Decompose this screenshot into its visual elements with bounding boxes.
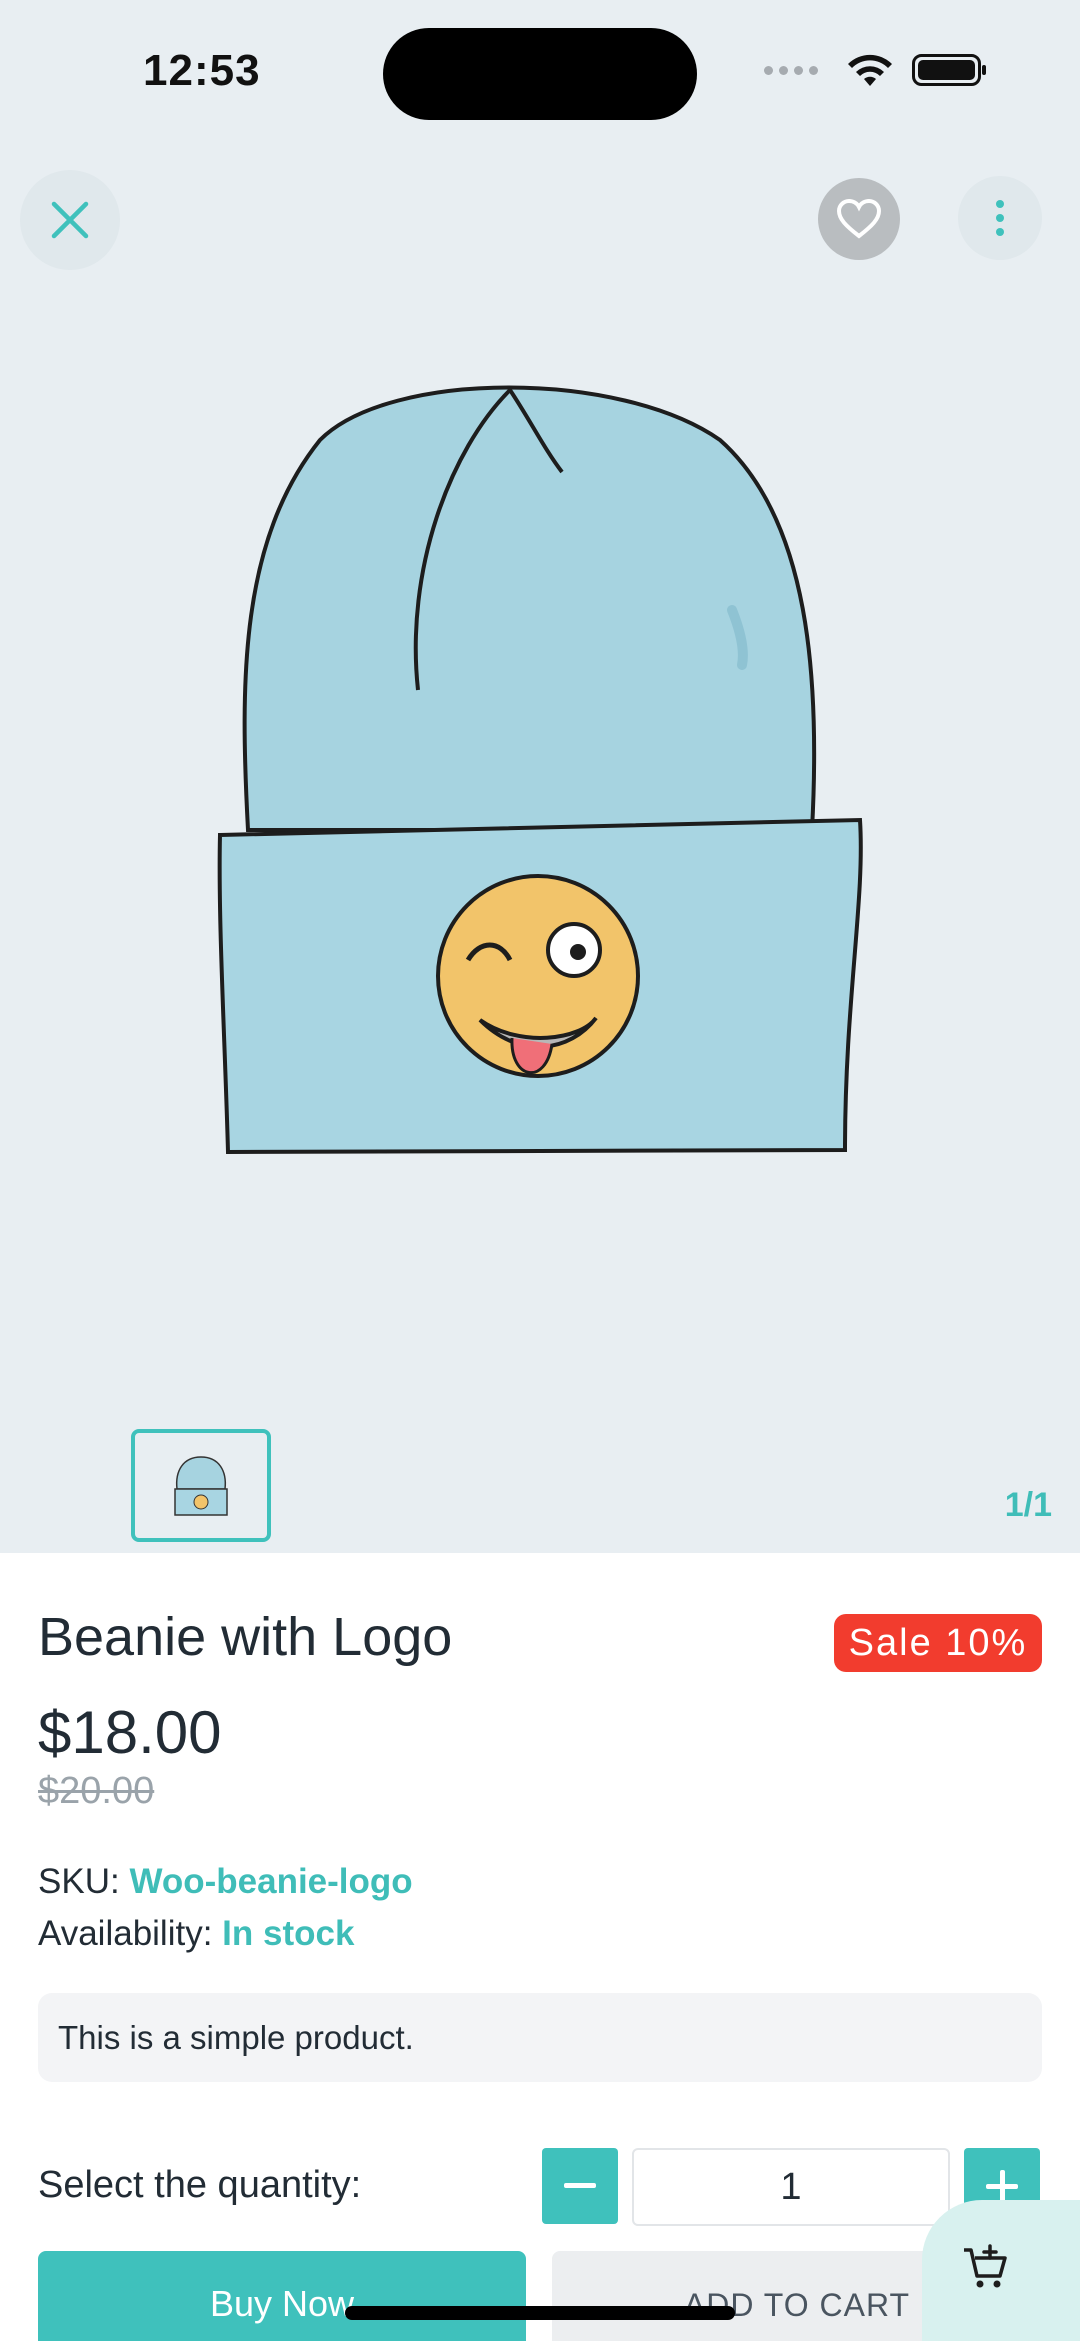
close-icon <box>51 201 89 239</box>
close-button[interactable] <box>20 170 120 270</box>
product-old-price: $20.00 <box>38 1770 155 1812</box>
sku-line: SKU: Woo-beanie-logo <box>38 1862 413 1902</box>
product-price: $18.00 <box>38 1699 222 1766</box>
plus-icon <box>986 2170 1018 2202</box>
product-thumbnail-image <box>174 1455 228 1516</box>
product-gallery: 12:53 1/1 <box>0 0 1080 1553</box>
product-title: Beanie with Logo <box>38 1607 453 1667</box>
availability-label: Availability: <box>38 1914 213 1953</box>
status-time: 12:53 <box>143 46 261 95</box>
availability-value: In stock <box>222 1914 355 1953</box>
add-to-cart-icon <box>964 2244 1007 2288</box>
quantity-decrease-button[interactable] <box>542 2148 618 2224</box>
quantity-label: Select the quantity: <box>38 2164 362 2206</box>
status-icons <box>764 52 988 88</box>
home-indicator[interactable] <box>345 2306 735 2320</box>
battery-icon <box>912 54 986 86</box>
sale-badge: Sale 10% <box>834 1614 1042 1672</box>
favorite-button[interactable] <box>818 178 900 260</box>
product-description: This is a simple product. <box>38 1993 1042 2082</box>
cart-fab-button[interactable] <box>922 2200 1080 2341</box>
more-vertical-icon <box>996 200 1004 236</box>
wifi-icon <box>848 54 892 86</box>
more-button[interactable] <box>958 176 1042 260</box>
availability-line: Availability: In stock <box>38 1914 354 1954</box>
minus-icon <box>564 2183 596 2188</box>
product-thumbnail[interactable] <box>131 1429 271 1542</box>
product-image <box>217 385 863 1155</box>
gallery-counter: 1/1 <box>1004 1486 1052 1524</box>
quantity-input[interactable]: 1 <box>632 2148 950 2226</box>
sku-label: SKU: <box>38 1862 120 1901</box>
sku-value: Woo-beanie-logo <box>129 1862 413 1901</box>
buy-now-button[interactable]: Buy Now <box>38 2251 526 2341</box>
signal-icon <box>764 65 818 75</box>
heart-icon <box>836 198 882 239</box>
description-text: This is a simple product. <box>58 2018 414 2056</box>
dynamic-island <box>383 28 697 120</box>
